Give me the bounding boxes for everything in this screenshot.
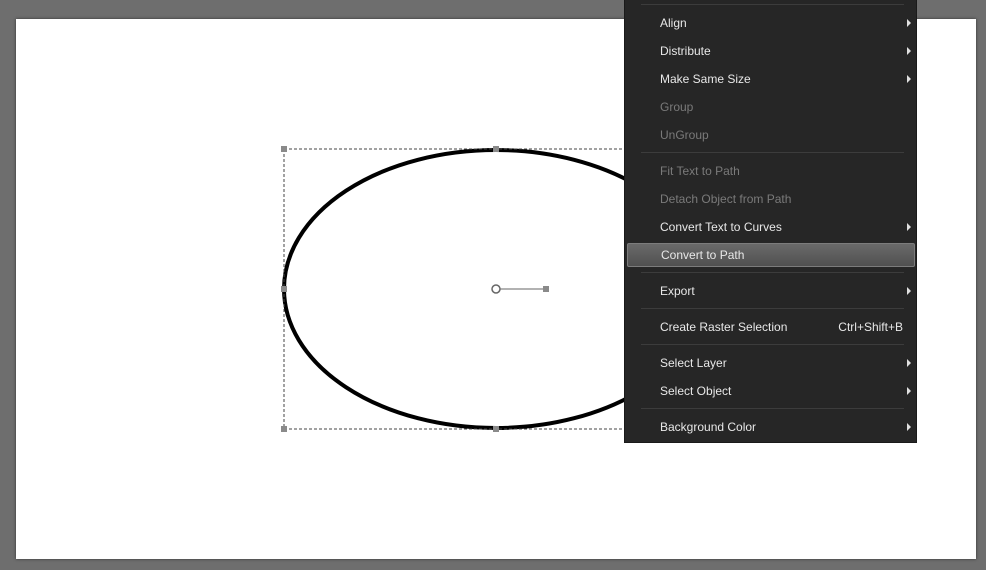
submenu-arrow-icon (907, 359, 911, 367)
menu-item-label: Group (660, 100, 694, 114)
menu-separator (641, 272, 904, 273)
menu-item-select-object[interactable]: Select Object (627, 379, 915, 403)
menu-item-detach-object-from-path: Detach Object from Path (627, 187, 915, 211)
menu-item-label: Distribute (660, 44, 711, 58)
menu-item-label: Detach Object from Path (660, 192, 792, 206)
submenu-arrow-icon (907, 75, 911, 83)
menu-item-select-layer[interactable]: Select Layer (627, 351, 915, 375)
menu-item-background-color[interactable]: Background Color (627, 415, 915, 439)
rotation-center-handle[interactable] (491, 284, 501, 294)
menu-item-export[interactable]: Export (627, 279, 915, 303)
menu-item-convert-text-to-curves[interactable]: Convert Text to Curves (627, 215, 915, 239)
menu-item-label: UnGroup (660, 128, 709, 142)
menu-item-label: Align (660, 16, 687, 30)
submenu-arrow-icon (907, 287, 911, 295)
menu-item-group: Group (627, 95, 915, 119)
resize-handle-bottom-center[interactable] (493, 426, 499, 432)
menu-separator (641, 408, 904, 409)
menu-item-label: Select Object (660, 384, 732, 398)
menu-item-shortcut: Ctrl+Shift+B (838, 320, 903, 334)
menu-item-convert-to-path[interactable]: Convert to Path (627, 243, 915, 267)
menu-separator (641, 308, 904, 309)
menu-separator (641, 152, 904, 153)
context-menu: Align Distribute Make Same Size Group Un… (624, 0, 917, 443)
menu-item-label: Convert to Path (661, 248, 745, 262)
menu-separator (641, 4, 904, 5)
menu-item-label: Convert Text to Curves (660, 220, 782, 234)
menu-item-distribute[interactable]: Distribute (627, 39, 915, 63)
resize-handle-top-center[interactable] (493, 146, 499, 152)
submenu-arrow-icon (907, 47, 911, 55)
menu-item-ungroup: UnGroup (627, 123, 915, 147)
menu-item-label: Export (660, 284, 695, 298)
menu-item-fit-text-to-path: Fit Text to Path (627, 159, 915, 183)
resize-handle-bottom-left[interactable] (281, 426, 287, 432)
menu-item-label: Select Layer (660, 356, 727, 370)
submenu-arrow-icon (907, 387, 911, 395)
menu-item-create-raster-selection[interactable]: Create Raster Selection Ctrl+Shift+B (627, 315, 915, 339)
resize-handle-middle-left[interactable] (281, 286, 287, 292)
menu-item-align[interactable]: Align (627, 11, 915, 35)
menu-item-make-same-size[interactable]: Make Same Size (627, 67, 915, 91)
rotation-handle[interactable] (543, 286, 549, 292)
submenu-arrow-icon (907, 423, 911, 431)
menu-item-label: Make Same Size (660, 72, 751, 86)
menu-separator (641, 344, 904, 345)
submenu-arrow-icon (907, 19, 911, 27)
menu-item-label: Background Color (660, 420, 757, 434)
resize-handle-top-left[interactable] (281, 146, 287, 152)
submenu-arrow-icon (907, 223, 911, 231)
menu-item-label: Create Raster Selection (660, 320, 788, 334)
menu-item-label: Fit Text to Path (660, 164, 740, 178)
